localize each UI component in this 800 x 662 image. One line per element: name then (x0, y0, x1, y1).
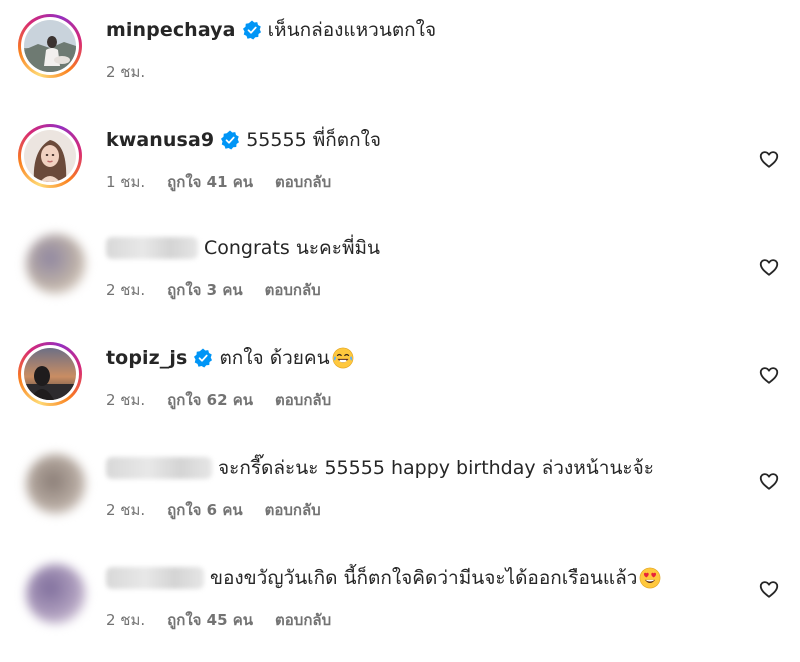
comment-text: เห็นกล่องแหวนตกใจ (267, 19, 437, 41)
comment-item: ของขวัญวันเกิด นี้ก็ตกใจคิดว่ามีนจะได้ออ… (0, 562, 800, 662)
comment-timestamp[interactable]: 1 ชม. (106, 170, 145, 194)
reply-button[interactable]: ตอบกลับ (275, 608, 331, 632)
heart-outline-icon[interactable] (758, 256, 780, 278)
comment-likes-count[interactable]: ถูกใจ 6 คน (167, 498, 242, 522)
avatar[interactable] (18, 562, 86, 626)
comment-item: minpechaya เห็นกล่องแหวนตกใจ 2 ชม. (0, 14, 800, 114)
comment-likes-count[interactable]: ถูกใจ 41 คน (167, 170, 253, 194)
comment-text: ตกใจ ด้วยคน (219, 347, 330, 369)
avatar-photo (24, 348, 76, 400)
comment-timestamp[interactable]: 2 ชม. (106, 608, 145, 632)
blurred-username[interactable] (106, 457, 212, 479)
verified-badge-icon (242, 20, 261, 40)
reply-button[interactable]: ตอบกลับ (265, 498, 321, 522)
comment-text: จะกรี๊ดล่ะนะ 55555 happy birthday ล่วงหน… (218, 457, 654, 479)
blurred-username[interactable] (106, 567, 204, 589)
comment-timestamp[interactable]: 2 ชม. (106, 498, 145, 522)
avatar[interactable] (18, 452, 86, 516)
comment-username[interactable]: minpechaya (106, 19, 236, 41)
avatar-photo (26, 234, 86, 294)
avatar-photo (24, 20, 76, 72)
comment-likes-count[interactable]: ถูกใจ 45 คน (167, 608, 253, 632)
comment-text: 55555 พี่ก็ตกใจ (246, 129, 381, 151)
comment-item: จะกรี๊ดล่ะนะ 55555 happy birthday ล่วงหน… (0, 452, 800, 552)
reply-button[interactable]: ตอบกลับ (265, 278, 321, 302)
avatar-photo (24, 130, 76, 182)
comment-text: ของขวัญวันเกิด นี้ก็ตกใจคิดว่ามีนจะได้ออ… (210, 567, 638, 589)
reply-button[interactable]: ตอบกลับ (275, 170, 331, 194)
comment-username[interactable]: topiz_js (106, 347, 187, 369)
laughing-crying-emoji (332, 347, 353, 369)
avatar[interactable] (18, 14, 82, 78)
comment-likes-count[interactable]: ถูกใจ 62 คน (167, 388, 253, 412)
heart-outline-icon[interactable] (758, 578, 780, 600)
comment-timestamp[interactable]: 2 ชม. (106, 388, 145, 412)
heart-outline-icon[interactable] (758, 148, 780, 170)
verified-badge-icon (194, 348, 213, 368)
blurred-username[interactable] (106, 237, 198, 259)
comment-item: kwanusa9 55555 พี่ก็ตกใจ 1 ชม. ถูกใจ 41 … (0, 124, 800, 224)
avatar[interactable] (18, 342, 82, 406)
comment-item: topiz_js ตกใจ ด้วยคน 2 ชม. ถูกใจ 62 คน ต… (0, 342, 800, 442)
avatar-photo (26, 564, 86, 624)
comment-likes-count[interactable]: ถูกใจ 3 คน (167, 278, 242, 302)
comment-item: Congrats นะคะพี่มิน 2 ชม. ถูกใจ 3 คน ตอบ… (0, 232, 800, 332)
verified-badge-icon (221, 130, 240, 150)
heart-eyes-emoji (640, 567, 661, 589)
avatar[interactable] (18, 232, 86, 296)
heart-outline-icon[interactable] (758, 364, 780, 386)
avatar[interactable] (18, 124, 82, 188)
avatar-photo (26, 454, 86, 514)
comment-username[interactable]: kwanusa9 (106, 129, 214, 151)
heart-outline-icon[interactable] (758, 470, 780, 492)
comment-timestamp[interactable]: 2 ชม. (106, 60, 145, 84)
comment-timestamp[interactable]: 2 ชม. (106, 278, 145, 302)
comment-text: Congrats นะคะพี่มิน (204, 237, 380, 259)
reply-button[interactable]: ตอบกลับ (275, 388, 331, 412)
